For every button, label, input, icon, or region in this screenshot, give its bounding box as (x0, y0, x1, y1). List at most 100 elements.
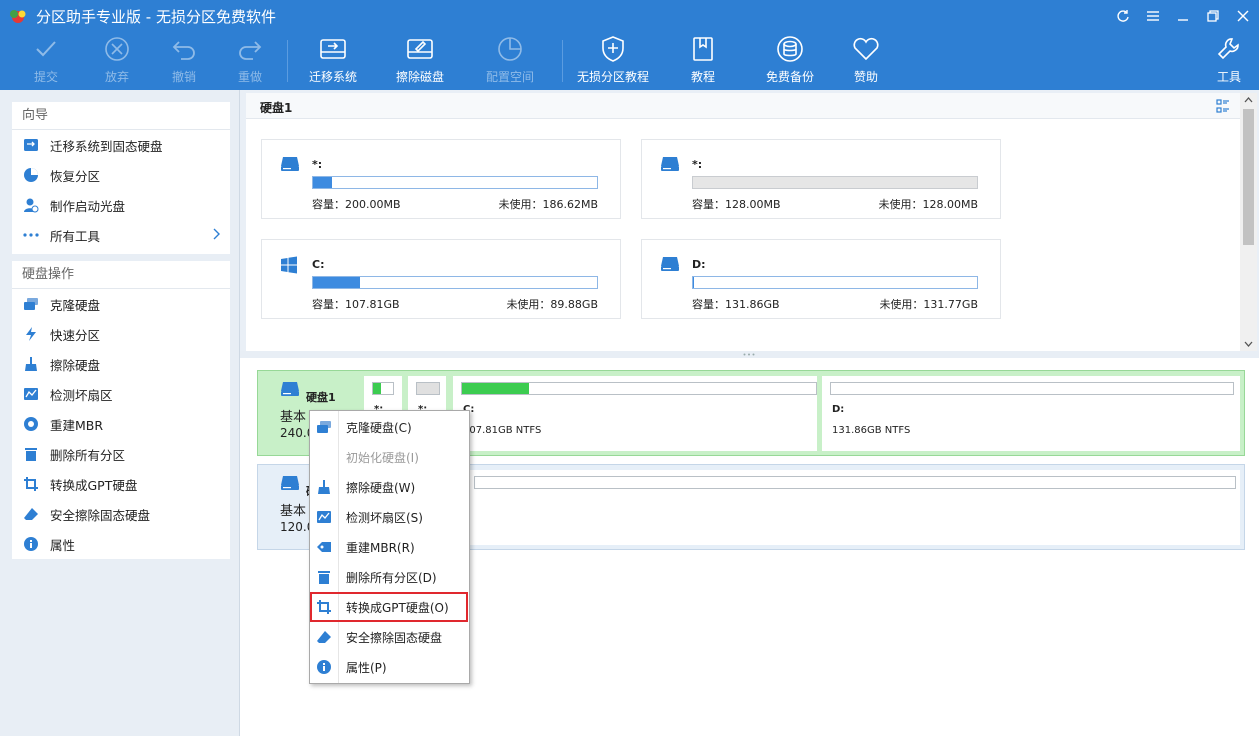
trash-icon (316, 569, 332, 585)
partition-card[interactable]: D: 容量：131.86GB 未使用：131.77GB (641, 239, 1001, 319)
pane-splitter[interactable] (240, 351, 1259, 358)
close-icon[interactable] (1228, 0, 1258, 32)
menu-item-init-disk[interactable]: 初始化硬盘(I) (310, 442, 469, 472)
clone-disk-icon (316, 419, 332, 435)
convert-icon (22, 476, 40, 492)
broom-icon (22, 356, 40, 372)
sidebar-item-label: 属性 (50, 537, 76, 553)
menu-item-bad-sector[interactable]: 检测坏扇区(S) (310, 502, 469, 532)
wipe-icon (316, 479, 332, 495)
discard-icon (104, 32, 130, 66)
menu-item-rebuild-mbr[interactable]: 重建MBR(R) (310, 532, 469, 562)
sidebar-item-label: 快速分区 (50, 327, 101, 343)
drive-icon (660, 156, 680, 175)
sidebar-item-label: 制作启动光盘 (50, 198, 126, 214)
window-title: 分区助手专业版 - 无损分区免费软件 (36, 7, 276, 26)
lossless-tutorial-button[interactable]: 无损分区教程 (574, 32, 652, 90)
menu-item-convert-gpt[interactable]: 转换成GPT硬盘(O) (310, 592, 468, 622)
refresh-icon[interactable] (1108, 0, 1138, 32)
minimize-icon[interactable] (1168, 0, 1198, 32)
lightning-icon (22, 326, 40, 342)
scrollbar-thumb[interactable] (1243, 109, 1254, 245)
info-icon (22, 536, 40, 552)
vertical-scrollbar[interactable] (1240, 93, 1257, 354)
menu-item-clone-disk[interactable]: 克隆硬盘(C) (310, 412, 469, 442)
restore-icon[interactable] (1198, 0, 1228, 32)
sidebar-item-label: 迁移系统到固态硬盘 (50, 138, 163, 154)
partition-usage-bar (416, 382, 440, 395)
tools-button[interactable]: 工具 (1209, 32, 1249, 90)
partition-card-view: 硬盘1 *: 容量：200.00MB 未使用：186.62MB *: 容量：12… (246, 93, 1240, 351)
drive-icon (280, 475, 300, 494)
sidebar-item-wipe-disk[interactable]: 擦除硬盘 (12, 349, 230, 379)
discard-button[interactable]: 放弃 (97, 32, 137, 90)
partition-usage-bar (830, 382, 1234, 395)
undo-button[interactable]: 撤销 (164, 32, 204, 90)
sidebar-item-label: 检测坏扇区 (50, 387, 113, 403)
sidebar-item-label: 所有工具 (50, 228, 101, 244)
database-icon (776, 32, 804, 66)
sidebar-item-delete-all[interactable]: 删除所有分区 (12, 439, 230, 469)
sidebar-item-boot-disc[interactable]: 制作启动光盘 (12, 190, 230, 220)
sidebar-item-label: 安全擦除固态硬盘 (50, 507, 151, 523)
drive-icon (660, 256, 680, 275)
partition-usage-bar (461, 382, 817, 395)
scroll-down-icon (1244, 341, 1253, 347)
migrate-os-button[interactable]: 迁移系统 (303, 32, 363, 90)
wipe-disk-button[interactable]: 擦除磁盘 (390, 32, 450, 90)
migrate-drive-icon (319, 32, 347, 66)
disk-ops-title: 硬盘操作 (12, 261, 230, 289)
toolbar: 提交 放弃 撤销 重做 迁移系统 擦除磁盘 配置空间 无损分区教程 教程 免费备… (0, 32, 1259, 90)
donate-button[interactable]: 赞助 (846, 32, 886, 90)
tag-icon (316, 539, 332, 555)
heart-icon (852, 32, 880, 66)
partition-block[interactable]: D: 131.86GB NTFS (822, 376, 1240, 451)
scroll-up-icon (1244, 97, 1253, 103)
sidebar-item-migrate-ssd[interactable]: 迁移系统到固态硬盘 (12, 130, 230, 160)
free-backup-button[interactable]: 免费备份 (760, 32, 820, 90)
tutorial-button[interactable]: 教程 (683, 32, 723, 90)
partition-card[interactable]: *: 容量：200.00MB 未使用：186.62MB (261, 139, 621, 219)
sidebar-item-label: 擦除硬盘 (50, 357, 101, 373)
sidebar-item-rebuild-mbr[interactable]: 重建MBR (12, 409, 230, 439)
user-disc-icon (22, 197, 40, 213)
menu-item-secure-erase[interactable]: 安全擦除固态硬盘 (310, 622, 469, 652)
check-icon (34, 32, 58, 66)
config-space-button[interactable]: 配置空间 (480, 32, 540, 90)
sidebar-item-bad-sector[interactable]: 检测坏扇区 (12, 379, 230, 409)
sidebar-item-clone-disk[interactable]: 克隆硬盘 (12, 289, 230, 319)
menu-item-delete-all[interactable]: 删除所有分区(D) (310, 562, 469, 592)
undo-icon (171, 32, 197, 66)
sidebar-item-properties[interactable]: 属性 (12, 529, 230, 559)
gear-refresh-icon (22, 416, 40, 432)
drive-icon (280, 156, 300, 175)
partition-usage-bar (372, 382, 394, 395)
sidebar-item-label: 恢复分区 (50, 168, 101, 184)
redo-button[interactable]: 重做 (230, 32, 270, 90)
partition-block[interactable]: C: 107.81GB NTFS (453, 376, 817, 451)
guide-panel: 向导 迁移系统到固态硬盘 恢复分区 制作启动光盘 所有工具 (12, 102, 230, 254)
shield-icon (600, 32, 626, 66)
partition-block[interactable] (466, 470, 1240, 545)
sidebar-item-quick-partition[interactable]: 快速分区 (12, 319, 230, 349)
toolbar-divider (562, 40, 563, 82)
migrate-drive-icon (22, 137, 40, 153)
partition-card[interactable]: *: 容量：128.00MB 未使用：128.00MB (641, 139, 1001, 219)
wipe-disk-icon (406, 32, 434, 66)
guide-title: 向导 (12, 102, 230, 130)
sidebar-item-restore-partition[interactable]: 恢复分区 (12, 160, 230, 190)
disk-name: 硬盘1 (260, 101, 293, 115)
sidebar-item-convert-gpt[interactable]: 转换成GPT硬盘 (12, 469, 230, 499)
sidebar-item-secure-erase[interactable]: 安全擦除固态硬盘 (12, 499, 230, 529)
sidebar-item-label: 转换成GPT硬盘 (50, 477, 138, 493)
commit-button[interactable]: 提交 (26, 32, 66, 90)
menu-item-wipe-disk[interactable]: 擦除硬盘(W) (310, 472, 469, 502)
partition-card[interactable]: C: 容量：107.81GB 未使用：89.88GB (261, 239, 621, 319)
title-bar: 分区助手专业版 - 无损分区免费软件 (0, 0, 1259, 32)
sidebar-item-all-tools[interactable]: 所有工具 (12, 220, 230, 250)
menu-icon[interactable] (1138, 0, 1168, 32)
menu-item-properties[interactable]: 属性(P) (310, 652, 469, 682)
trash-icon (22, 446, 40, 462)
chevron-right-icon (212, 228, 220, 243)
view-toggle-icon[interactable] (1216, 99, 1230, 116)
